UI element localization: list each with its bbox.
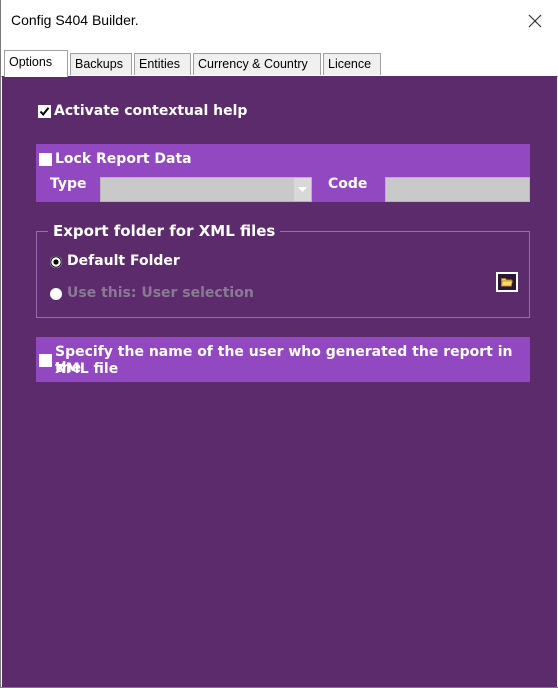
user-name-label-line2: XML file [55, 361, 119, 377]
custom-folder-label: Use this: User selection [67, 285, 254, 301]
contextual-help-label: Activate contextual help [54, 103, 248, 119]
radio-dot-icon [50, 256, 62, 268]
user-name-checkbox[interactable] [39, 354, 52, 367]
tab-currency-country[interactable]: Currency & Country [193, 53, 321, 75]
type-select[interactable] [100, 177, 312, 202]
default-folder-radio[interactable] [50, 256, 62, 268]
tab-licence[interactable]: Licence [323, 53, 381, 75]
config-window: Config S404 Builder. Options Backups Ent… [0, 0, 558, 688]
export-folder-group [36, 231, 530, 318]
options-panel: Activate contextual help Lock Report Dat… [2, 76, 557, 687]
export-folder-group-title: Export folder for XML files [48, 222, 281, 240]
contextual-help-checkbox[interactable] [38, 105, 51, 118]
window-title: Config S404 Builder. [11, 12, 139, 28]
type-select-dropdown[interactable] [294, 178, 311, 201]
type-label: Type [50, 176, 87, 192]
tab-backups[interactable]: Backups [70, 53, 132, 75]
code-input[interactable] [385, 177, 530, 202]
user-name-label-line1: Specify the name of the user who generat… [55, 344, 513, 376]
folder-icon [501, 278, 513, 287]
user-name-section: Specify the name of the user who generat… [36, 337, 530, 382]
default-folder-label: Default Folder [67, 253, 180, 269]
title-bar: Config S404 Builder. [1, 0, 558, 42]
code-label: Code [328, 176, 368, 192]
custom-folder-radio[interactable] [50, 288, 62, 300]
tab-entities[interactable]: Entities [134, 53, 191, 75]
close-button[interactable] [512, 0, 558, 42]
lock-report-checkbox[interactable] [39, 153, 52, 166]
tab-strip: Options Backups Entities Currency & Coun… [1, 42, 558, 77]
tab-options[interactable]: Options [4, 50, 68, 77]
lock-report-section: Lock Report Data Type Code [36, 144, 530, 202]
lock-report-label: Lock Report Data [55, 151, 192, 167]
browse-folder-button[interactable] [496, 272, 518, 292]
checkmark-icon [39, 107, 50, 117]
close-icon [528, 14, 542, 28]
chevron-down-icon [298, 186, 307, 192]
